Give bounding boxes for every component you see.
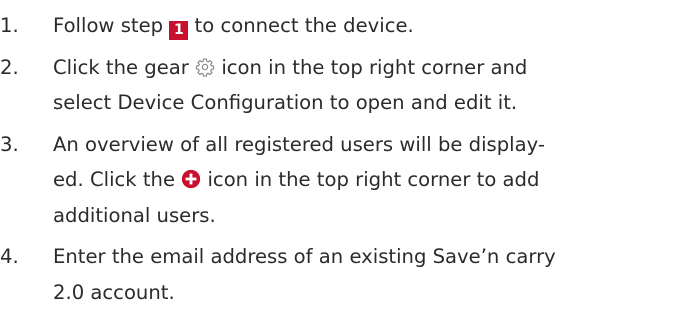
step-line: Enter the email address of an existing S… [53,245,556,268]
instruction-document: 1. Follow step 1 to connect the device. … [0,0,682,313]
step-line: Click the gear icon in the top right cor… [53,55,528,79]
plus-circle-icon [182,169,201,189]
step-line: ed. Click the icon in the top right corn… [53,168,540,191]
step-number: 2. [0,55,19,79]
list-item-step-3: 3. An overview of all registered users w… [0,127,682,234]
step-line: select Device Configuration to open and … [53,91,518,114]
step-line: An overview of all registered users will… [53,132,545,156]
step-line: Follow step 1 to connect the device. [53,14,414,40]
list-item-step-4: 4. Enter the email address of an existin… [0,239,682,310]
steps-list: 1. Follow step 1 to connect the device. … [0,8,682,310]
step-line: additional users. [53,203,216,227]
step-badge: 1 [169,21,189,40]
step-line: 2.0 account. [53,280,175,304]
step-number: 4. [0,245,19,268]
gear-icon [196,58,215,77]
list-item-step-2: 2. Click the gear icon in the top right … [0,50,682,121]
step-number: 3. [0,132,19,156]
list-item-step-1: 1. Follow step 1 to connect the device. [0,8,682,44]
step-number: 1. [0,14,19,37]
